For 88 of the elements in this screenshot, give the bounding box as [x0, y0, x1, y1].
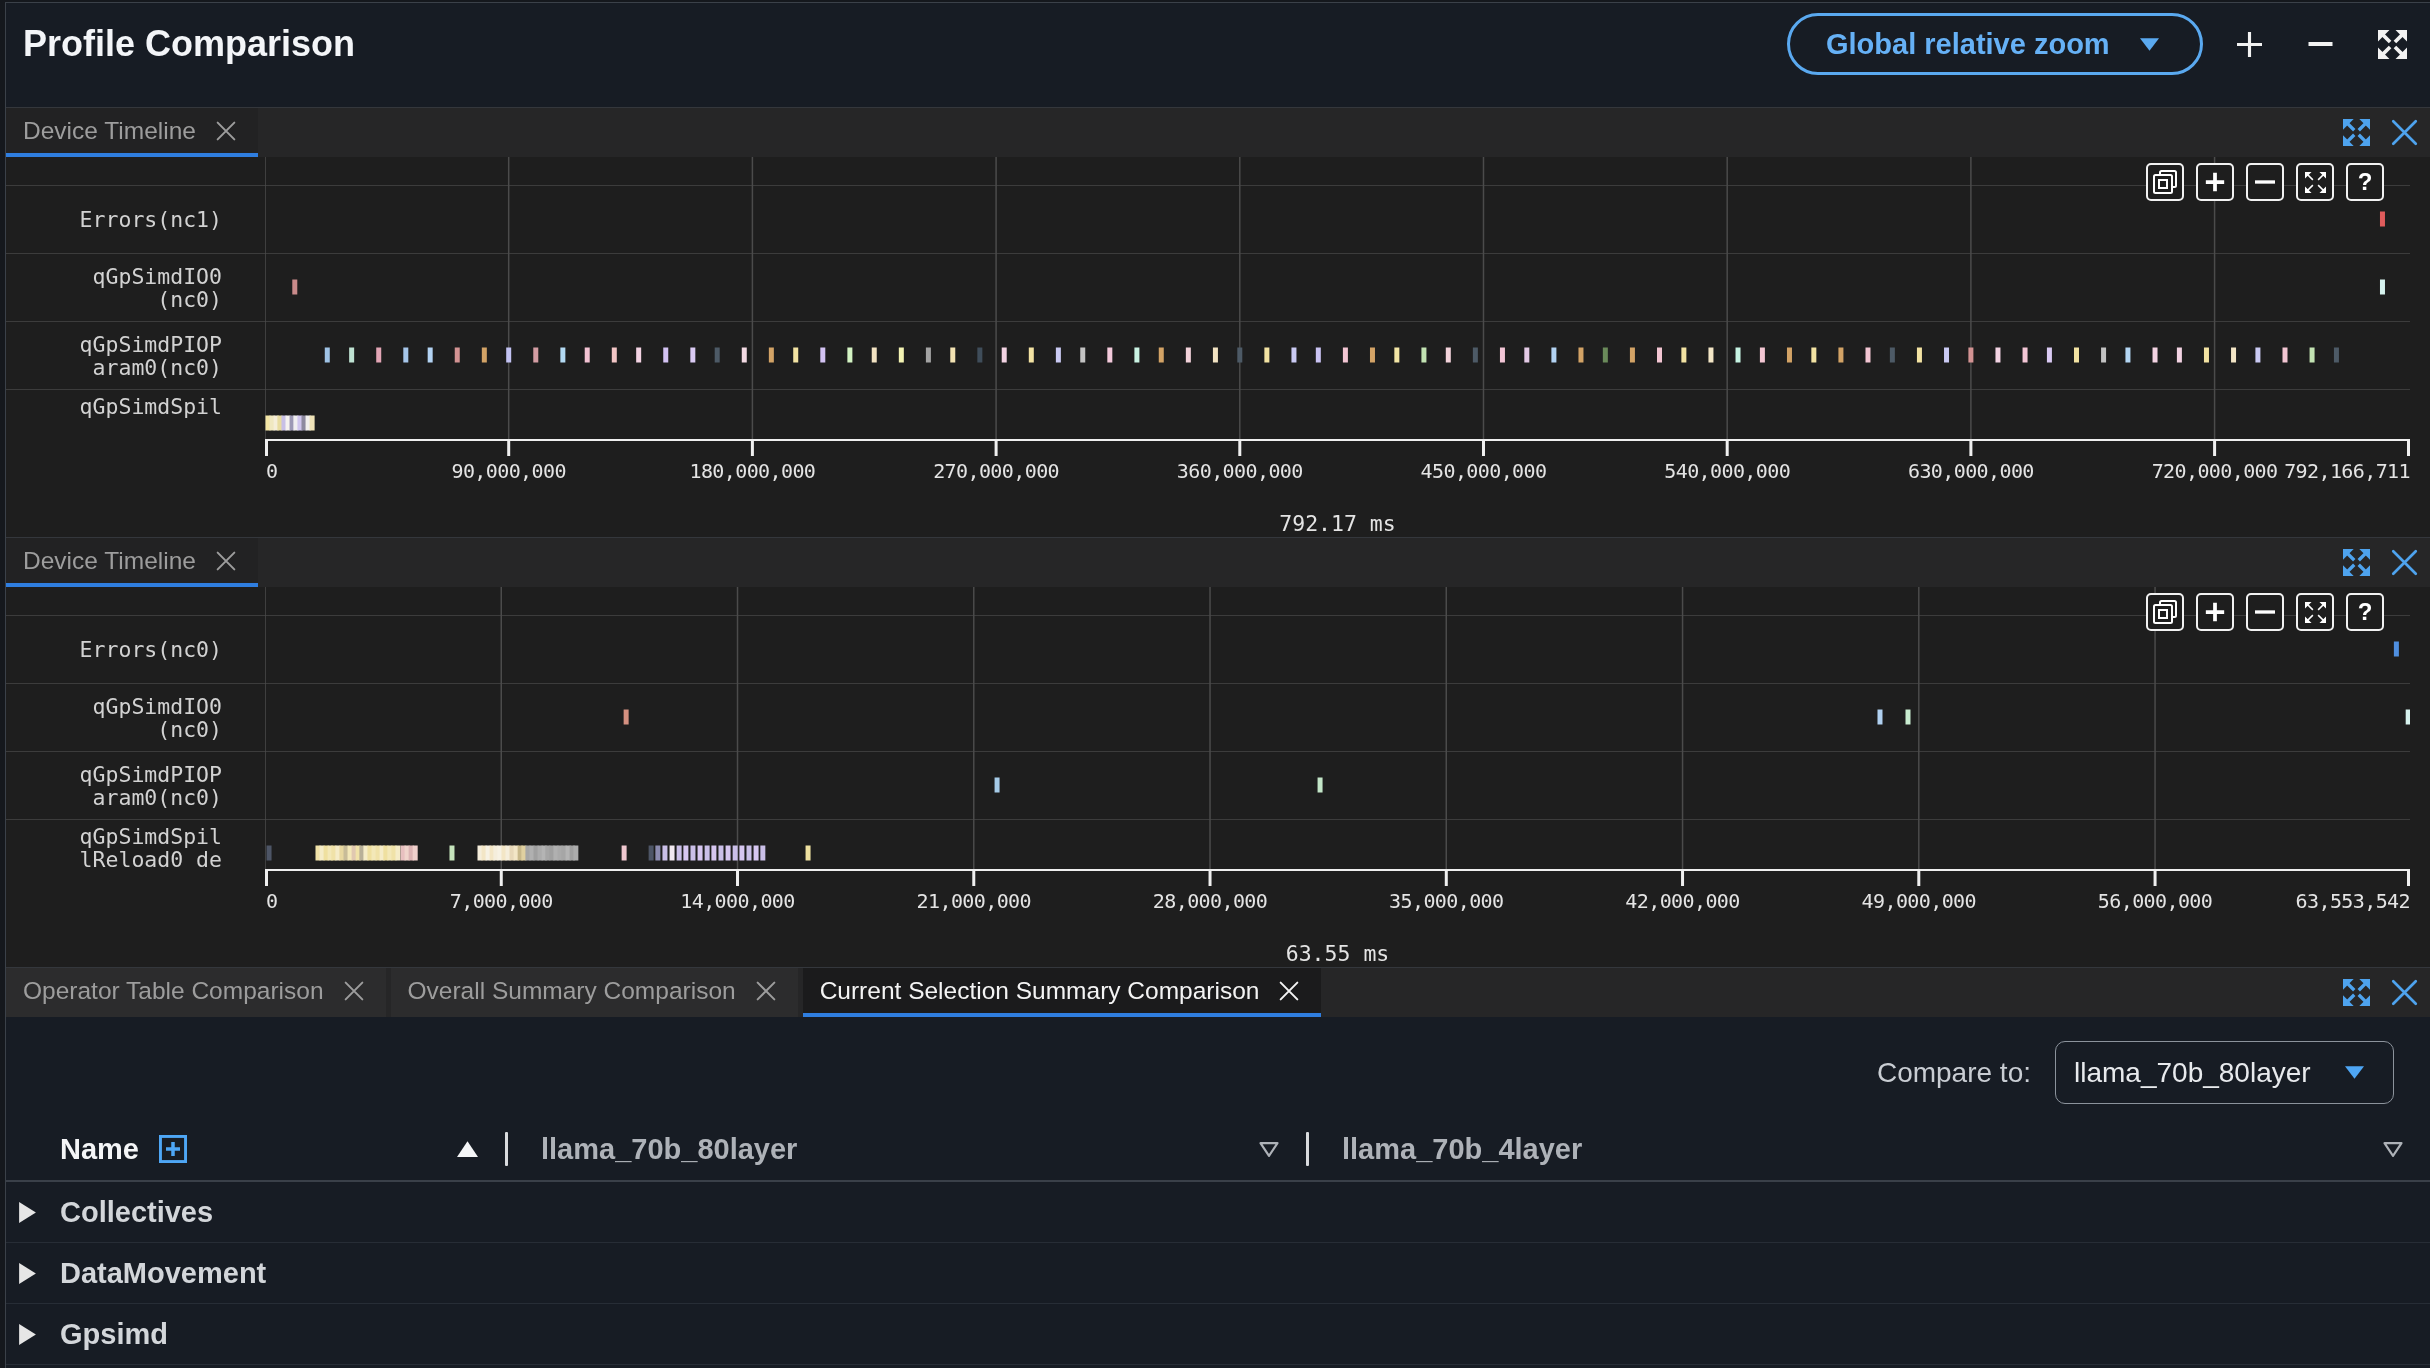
- axis-tick-label: 0: [266, 458, 278, 484]
- duration-label: 63.55 ms: [1285, 941, 1390, 967]
- axis-tick-label: 630,000,000: [1907, 458, 2034, 484]
- tree-row[interactable]: Collectives: [6, 1182, 2430, 1243]
- axis-tick-label: 0: [266, 888, 278, 914]
- help-button[interactable]: ?: [2346, 593, 2384, 631]
- track-label: qGpSimdIO0 (nc0): [91, 264, 222, 311]
- close-button[interactable]: [2391, 549, 2418, 576]
- track-label: Errors(nc0): [78, 638, 222, 661]
- maximize-button[interactable]: [2343, 979, 2370, 1006]
- axis-tick-label: 28,000,000: [1152, 888, 1268, 914]
- zoom-in-button[interactable]: [2237, 31, 2262, 57]
- track-label: Errors(nc1): [78, 208, 222, 231]
- maximize-button[interactable]: [2343, 119, 2370, 146]
- axis-tick-label: 180,000,000: [689, 458, 816, 484]
- panel-tab[interactable]: Current Selection Summary Comparison: [802, 968, 1322, 1017]
- plus-icon: [2237, 31, 2262, 57]
- zoom-in-button[interactable]: [2196, 593, 2234, 631]
- axis-tick-label: 360,000,000: [1176, 458, 1303, 484]
- axis-tick-label: 270,000,000: [933, 458, 1059, 484]
- model-dropdown[interactable]: llama_70b_80layer: [2055, 1041, 2394, 1104]
- fullscreen-icon: [2378, 29, 2407, 59]
- panel-tab[interactable]: Overall Summary Comparison: [390, 968, 798, 1017]
- track-label: qGpSimdIO0 (nc0): [91, 694, 222, 741]
- corner-arrows-icon: [2304, 601, 2326, 623]
- compare-label: Compare to:: [1876, 1056, 2031, 1089]
- fit-button[interactable]: [2296, 593, 2334, 631]
- fit-button[interactable]: [2296, 163, 2334, 201]
- caret-icon: [2139, 37, 2159, 51]
- axis-tick-label: 7,000,000: [449, 888, 553, 914]
- axis-tick-label: 792,166,711: [2284, 458, 2410, 484]
- caret-icon: [2345, 1066, 2364, 1079]
- axis-tick-label: 21,000,000: [916, 888, 1031, 914]
- axis-tick-label: 63,553,542: [2295, 888, 2410, 914]
- axis-tick-label: 720,000,000: [2151, 458, 2278, 484]
- overlay-button[interactable]: [2146, 593, 2184, 631]
- close-icon: [2391, 119, 2418, 146]
- maximize-icon: [2343, 979, 2370, 1006]
- minus-icon: [2255, 180, 2275, 184]
- zoom-in-button[interactable]: [2196, 163, 2234, 201]
- stacked-squares-icon: [2153, 170, 2177, 194]
- stacked-squares-icon: [2153, 600, 2177, 624]
- panel-tab[interactable]: Device Timeline: [6, 108, 258, 157]
- page-title: Profile Comparison: [23, 22, 356, 66]
- axis-tick-label: 450,000,000: [1420, 458, 1547, 484]
- column-header[interactable]: llama_70b_4layer: [1309, 1118, 2430, 1180]
- axis-tick-label: 42,000,000: [1625, 888, 1740, 914]
- column-header[interactable]: Name: [6, 1118, 505, 1180]
- plus-icon: [2205, 602, 2225, 622]
- close-icon: [2391, 549, 2418, 576]
- duration-label: 792.17 ms: [1279, 511, 1396, 537]
- axis-tick-label: 49,000,000: [1861, 888, 1976, 914]
- panel-tab[interactable]: Operator Table Comparison: [6, 968, 386, 1017]
- column-header[interactable]: llama_70b_80layer: [508, 1118, 1306, 1180]
- caret-right-icon[interactable]: [19, 1323, 36, 1345]
- fullscreen-button[interactable]: [2378, 29, 2407, 59]
- close-button[interactable]: [2391, 119, 2418, 146]
- zoom-mode-dropdown[interactable]: Global relative zoom: [1787, 13, 2203, 75]
- close-icon[interactable]: [215, 550, 236, 571]
- axis-tick-label: 90,000,000: [451, 458, 566, 484]
- axis-tick-label: 14,000,000: [680, 888, 795, 914]
- help-button[interactable]: ?: [2346, 163, 2384, 201]
- minus-icon: [2255, 610, 2275, 614]
- maximize-button[interactable]: [2343, 549, 2370, 576]
- panel-tab[interactable]: Device Timeline: [6, 538, 258, 587]
- close-icon: [2391, 979, 2418, 1006]
- axis-tick-label: 56,000,000: [2097, 888, 2213, 914]
- track-label: qGpSimdPIOParam0(nc0): [78, 332, 222, 379]
- maximize-icon: [2343, 119, 2370, 146]
- minus-icon: [2308, 42, 2333, 46]
- plus-icon: [2205, 172, 2225, 192]
- overlay-button[interactable]: [2146, 163, 2184, 201]
- tree-row[interactable]: DataMovement: [6, 1243, 2430, 1304]
- plus-square-icon[interactable]: [159, 1135, 187, 1163]
- track-label: qGpSimdSpillReload0 de: [78, 823, 222, 871]
- caret-right-icon[interactable]: [19, 1262, 36, 1284]
- zoom-out-button[interactable]: [2246, 163, 2284, 201]
- axis-tick-label: 540,000,000: [1664, 458, 1791, 484]
- caret-right-icon[interactable]: [19, 1201, 36, 1223]
- close-icon[interactable]: [215, 120, 236, 141]
- corner-arrows-icon: [2304, 171, 2326, 193]
- track-label: qGpSimdPIOParam0(nc0): [78, 762, 222, 809]
- tree-row[interactable]: Gpsimd: [6, 1304, 2430, 1365]
- zoom-out-button[interactable]: [2246, 593, 2284, 631]
- maximize-icon: [2343, 549, 2370, 576]
- track-label: qGpSimdSpil: [78, 393, 222, 418]
- close-button[interactable]: [2391, 979, 2418, 1006]
- axis-tick-label: 35,000,000: [1389, 888, 1504, 914]
